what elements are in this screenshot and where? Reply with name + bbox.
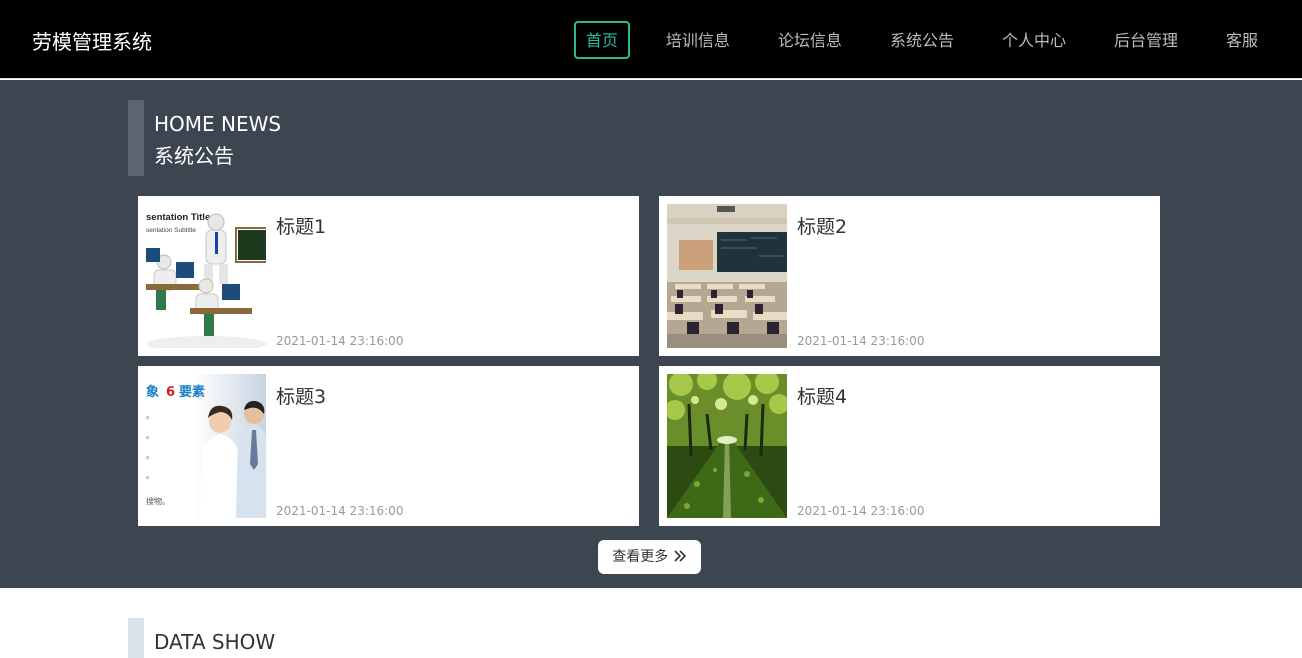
news-card-2-image <box>667 204 787 348</box>
svg-text:。: 。 <box>146 411 154 420</box>
news-section-heading: HOME NEWS 系统公告 <box>128 100 281 176</box>
nav-support[interactable]: 客服 <box>1214 21 1270 59</box>
news-title-en: HOME NEWS <box>154 112 282 136</box>
brand-title: 劳模管理系统 <box>32 30 152 54</box>
news-card-3[interactable]: 象 6 要素 。 。 。 。 搜物。 标题3 2021-01-14 23:16:… <box>138 366 639 526</box>
news-card-2-title: 标题2 <box>797 216 848 238</box>
news-card-1-title: 标题1 <box>276 216 327 238</box>
news-card-3-title: 标题3 <box>276 386 327 408</box>
nav-announcements[interactable]: 系统公告 <box>878 21 966 59</box>
view-more-label: 查看更多 <box>612 549 669 565</box>
news-card-2[interactable]: 标题2 2021-01-14 23:16:00 <box>659 196 1160 356</box>
news-card-1-image: sentation Title sentation Subtitle <box>146 204 266 348</box>
svg-text:象: 象 <box>146 384 159 400</box>
news-card-1[interactable]: sentation Title sentation Subtitle 标题1 2… <box>138 196 639 356</box>
news-card-3-date: 2021-01-14 23:16:00 <box>276 504 404 518</box>
news-card-4[interactable]: 标题4 2021-01-14 23:16:00 <box>659 366 1160 526</box>
main-nav: 首页 培训信息 论坛信息 系统公告 个人中心 后台管理 客服 <box>573 0 1302 79</box>
top-navbar: 劳模管理系统 首页 培训信息 论坛信息 系统公告 个人中心 后台管理 客服 <box>0 0 1302 79</box>
news-card-4-title: 标题4 <box>797 386 848 408</box>
nav-home[interactable]: 首页 <box>573 20 630 59</box>
news-card-2-date: 2021-01-14 23:16:00 <box>797 334 925 348</box>
nav-training[interactable]: 培训信息 <box>654 21 742 59</box>
svg-text:要素: 要素 <box>179 384 205 400</box>
svg-text:。: 。 <box>146 451 154 460</box>
view-more-button[interactable]: 查看更多 <box>598 540 701 574</box>
news-title-cn: 系统公告 <box>154 144 234 168</box>
double-chevron-right-icon <box>673 549 687 565</box>
nav-forum[interactable]: 论坛信息 <box>766 21 854 59</box>
svg-text:sentation Subtitle: sentation Subtitle <box>146 227 196 234</box>
svg-text:搜物。: 搜物。 <box>146 496 170 506</box>
nav-admin[interactable]: 后台管理 <box>1102 21 1190 59</box>
nav-profile[interactable]: 个人中心 <box>990 21 1078 59</box>
news-card-1-date: 2021-01-14 23:16:00 <box>276 334 404 348</box>
svg-text:。: 。 <box>146 431 154 440</box>
data-title-en: DATA SHOW <box>154 630 276 654</box>
svg-text:。: 。 <box>146 471 154 480</box>
svg-text:sentation Title: sentation Title <box>146 212 210 223</box>
news-card-4-image <box>667 374 787 518</box>
news-section: HOME NEWS 系统公告 sentation Title sentation… <box>0 80 1302 588</box>
news-card-4-date: 2021-01-14 23:16:00 <box>797 504 925 518</box>
svg-text:6: 6 <box>166 385 175 400</box>
news-card-3-image: 象 6 要素 。 。 。 。 搜物。 <box>146 374 266 518</box>
data-section-heading: DATA SHOW <box>128 618 275 658</box>
